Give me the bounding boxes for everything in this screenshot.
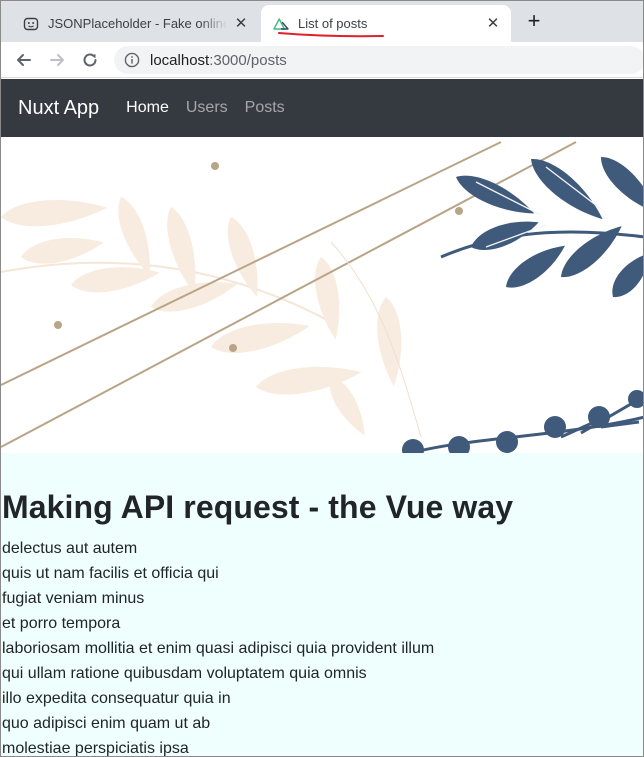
url-path: :3000/posts bbox=[209, 51, 287, 69]
browser-toolbar: localhost:3000/posts bbox=[1, 42, 643, 78]
tab-jsonplaceholder[interactable]: JSONPlaceholder - Fake online REST API f… bbox=[11, 5, 259, 42]
hero-banner bbox=[1, 137, 643, 453]
close-tab-icon[interactable]: ✕ bbox=[485, 15, 501, 32]
address-bar[interactable]: localhost:3000/posts bbox=[114, 46, 643, 74]
url-host: localhost bbox=[150, 51, 210, 69]
forward-arrow-icon bbox=[50, 54, 64, 66]
tab-title: JSONPlaceholder - Fake online REST API f… bbox=[48, 16, 227, 31]
navbar-links: Home Users Posts bbox=[126, 99, 301, 117]
url-text: localhost:3000/posts bbox=[150, 52, 287, 69]
post-item: quo adipisci enim quam ut ab bbox=[2, 715, 211, 732]
jsonplaceholder-favicon-icon bbox=[23, 16, 39, 32]
back-arrow-icon bbox=[17, 54, 31, 66]
reload-icon bbox=[83, 53, 97, 67]
tab-strip: JSONPlaceholder - Fake online REST API f… bbox=[1, 1, 643, 42]
post-item: et porro tempora bbox=[2, 615, 121, 632]
post-item: quis ut nam facilis et officia qui bbox=[2, 565, 219, 582]
nuxt-favicon-icon bbox=[273, 16, 289, 32]
botanical-illustration bbox=[1, 141, 643, 453]
back-button[interactable] bbox=[13, 49, 35, 71]
new-tab-button[interactable]: + bbox=[523, 10, 545, 33]
nav-link-home[interactable]: Home bbox=[126, 99, 169, 117]
forward-button[interactable] bbox=[46, 49, 68, 71]
nav-link-users[interactable]: Users bbox=[186, 99, 228, 117]
post-item: laboriosam mollitia et enim quasi adipis… bbox=[2, 640, 435, 657]
post-item: qui ullam ratione quibusdam voluptatem q… bbox=[2, 665, 367, 682]
light-branch-left bbox=[1, 193, 406, 441]
berry-sprig bbox=[402, 390, 643, 453]
page-heading: Making API request - the Vue way bbox=[2, 489, 514, 525]
tab-title: List of posts bbox=[298, 16, 368, 31]
reload-button[interactable] bbox=[79, 49, 101, 71]
post-item: molestiae perspiciatis ipsa bbox=[2, 740, 189, 757]
posts-section: Making API request - the Vue way delectu… bbox=[1, 453, 643, 757]
site-navbar: Nuxt App Home Users Posts bbox=[1, 79, 643, 137]
navbar-brand[interactable]: Nuxt App bbox=[18, 97, 99, 120]
post-item: fugiat veniam minus bbox=[2, 590, 145, 607]
browser-window: JSONPlaceholder - Fake online REST API f… bbox=[0, 0, 644, 757]
post-item: illo expedita consequatur quia in bbox=[2, 690, 231, 707]
post-item: delectus aut autem bbox=[2, 540, 138, 557]
posts-list: delectus aut autem quis ut nam facilis e… bbox=[2, 539, 435, 757]
red-underline-annotation bbox=[278, 32, 384, 38]
close-tab-icon[interactable]: ✕ bbox=[233, 15, 249, 32]
site-info-icon[interactable] bbox=[124, 52, 140, 68]
nav-link-posts[interactable]: Posts bbox=[245, 99, 285, 117]
